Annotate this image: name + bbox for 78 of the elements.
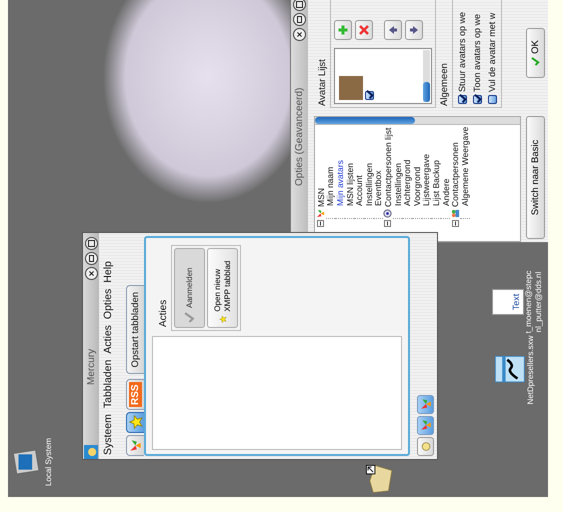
people-icon [450,209,460,218]
desktop-icon-label[interactable]: Local System [44,438,54,486]
down-arrow-icon [409,25,419,35]
checkbox[interactable] [458,95,466,104]
remove-button[interactable] [355,20,373,40]
close-icon[interactable] [293,28,306,41]
maximize-icon[interactable] [84,237,98,250]
minimize-icon[interactable] [84,252,98,265]
text-file-icon[interactable]: Text [492,289,524,315]
menu-item[interactable]: Systeem [102,414,114,455]
move-down-button[interactable] [405,20,423,40]
scrollbar[interactable] [423,50,430,102]
switch-button[interactable]: Switch naar Basic [526,116,545,239]
tree-item[interactable]: Eventbox [373,170,384,206]
star-icon [216,316,228,323]
ok-button[interactable]: OK [526,28,545,78]
butterfly-button[interactable] [417,416,434,435]
menu-item[interactable]: Opties [102,288,114,320]
butterfly-button[interactable] [417,395,434,414]
butterfly-tab[interactable] [126,435,144,456]
check-icon [531,56,540,66]
window-title: Opties (Geavanceerd) [294,88,305,186]
hand-icon [83,445,99,459]
action-button[interactable]: Open nieuw XMPP tabblad [207,248,238,328]
collapse-icon[interactable] [452,220,459,227]
collapse-icon[interactable] [317,220,324,227]
up-arrow-icon [388,25,398,35]
hand-icon [420,441,431,452]
collapse-icon[interactable] [384,220,392,227]
butterfly-icon [420,420,432,432]
checkbox[interactable] [365,91,374,100]
group-title: Algemeen [439,62,450,106]
desktop-icon-label[interactable]: t_moenen@stepc [524,270,534,334]
checkbox-label: Stuur avatars op we [457,12,467,92]
contacts-list-icon [383,209,392,218]
tree-item[interactable]: Mijn naam [325,166,336,206]
tree-item[interactable]: Contactpersonen [450,142,460,207]
tree-item[interactable]: Voorgrond [412,166,422,206]
minimize-icon[interactable] [293,13,306,26]
checkbox[interactable] [472,95,482,104]
add-button[interactable] [334,20,352,40]
star-icon [128,416,142,430]
menu-item[interactable]: Tabbladen [102,360,114,408]
window-title: Mercury [86,348,96,385]
butterfly-icon [420,398,432,410]
tree-item[interactable]: Algemene Weergave [460,126,470,206]
menu-item[interactable]: Acties [102,325,114,354]
tree-item[interactable]: Instellingen [364,162,374,206]
maximize-icon[interactable] [293,0,306,11]
tree-item[interactable]: Lijstweergave [421,154,432,206]
close-icon[interactable] [84,267,98,280]
butterfly-icon [316,209,326,218]
butterfly-icon [129,439,142,452]
section-label: Acties [158,298,169,327]
menu-item[interactable]: Help [102,261,114,283]
tab[interactable]: Opstart tabbladen [126,284,144,374]
plus-icon [338,25,348,35]
tree-item[interactable]: Instellingen [392,162,403,206]
tree-item[interactable]: Mijn avatars [334,160,345,206]
group-title: Avatar Lijst [317,58,328,106]
move-up-button[interactable] [384,20,402,40]
desktop-icon-label[interactable]: nl_putter@dds.nl [534,272,544,332]
tree-item[interactable]: Lijst Backup [430,160,441,206]
hand-button[interactable] [417,437,434,456]
scrollbar[interactable] [315,117,520,125]
tree-item[interactable]: MSN lijsten [344,163,355,206]
tree-item[interactable]: Andere [440,178,451,206]
tree-item[interactable]: Achtergrond [402,160,412,206]
tree-item[interactable]: MSN [316,188,326,207]
check-icon [184,312,195,323]
star-tab[interactable] [126,412,144,433]
tree-item[interactable]: Account [354,175,364,206]
checkbox[interactable] [488,95,496,104]
desktop-icon-label[interactable]: NetDpresellers.sxw [526,336,536,404]
checkbox-label: Vul de avatar met w [487,12,497,92]
cross-icon [359,25,369,35]
tree-item[interactable]: Contactpersonen lijst [382,128,393,207]
checkbox-label: Toon avatars op we [472,14,482,92]
